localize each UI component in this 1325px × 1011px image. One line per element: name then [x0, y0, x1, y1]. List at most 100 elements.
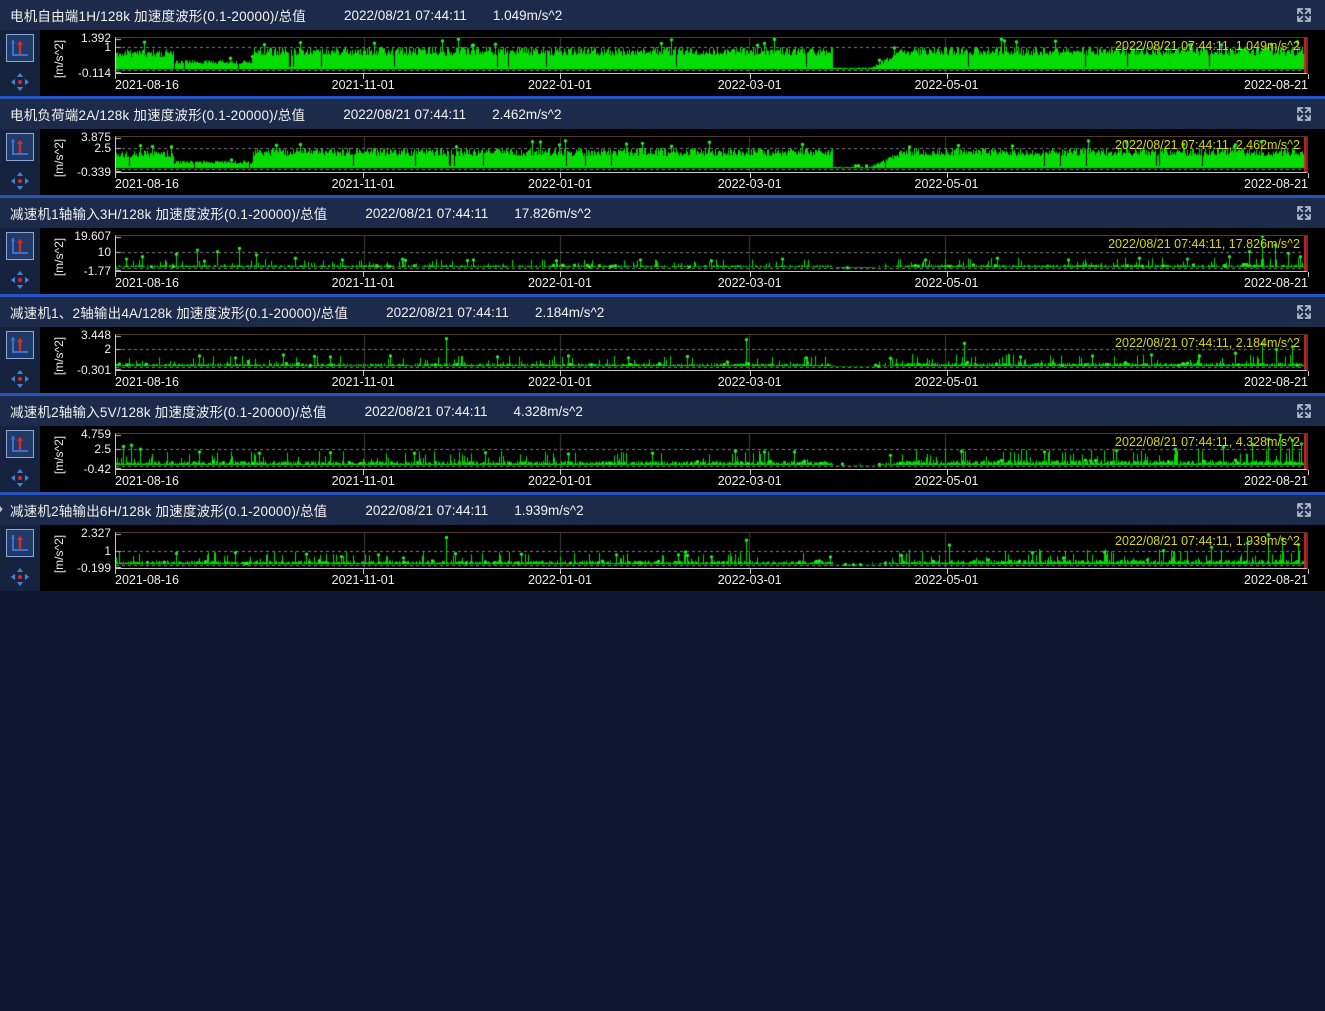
pan-move-icon[interactable] [6, 464, 34, 492]
channel-title: 减速机2轴输出6H/128k 加速度波形(0.1-20000)/总值 [10, 500, 327, 520]
y-max-label: 3.448 [51, 328, 111, 342]
expand-arrows-icon[interactable] [1293, 400, 1315, 422]
x-tick-label: 2021-11-01 [332, 375, 395, 389]
panel-header: 电机负荷端2A/128k 加速度波形(0.1-20000)/总值 2022/08… [0, 99, 1325, 129]
x-tick-label: 2022-05-01 [915, 276, 979, 290]
x-tick-label: 2021-08-16 [115, 375, 179, 389]
waveform-monitor-app: › 电机自由端1H/128k 加速度波形(0.1-20000)/总值 2022/… [0, 0, 1325, 1011]
plot-region[interactable]: 3.875 2.5 -0.339 2022/08/21 07:44:11, 2.… [115, 136, 1308, 173]
x-tick-label: 2022-01-01 [528, 573, 592, 587]
y-max-label: 4.759 [51, 427, 111, 441]
chart-toolbar [0, 426, 40, 492]
chart-area[interactable]: [m/s^2] 4.759 2.5 -0.42 2022/08/21 07:44… [40, 426, 1325, 492]
x-tick-label: 2022-08-21 [1244, 177, 1308, 191]
reading-value: 1.939m/s^2 [514, 503, 583, 518]
y-mid-label: 1 [51, 544, 111, 558]
y-min-label: -0.114 [51, 66, 111, 80]
autoscale-tool-button[interactable] [6, 232, 34, 260]
chart-panel: 减速机2轴输出6H/128k 加速度波形(0.1-20000)/总值 2022/… [0, 495, 1325, 591]
pan-move-icon[interactable] [6, 68, 34, 96]
x-tick-label: 2022-03-01 [718, 573, 782, 587]
expand-arrows-icon[interactable] [1293, 202, 1315, 224]
x-tick-label: 2022-03-01 [718, 177, 782, 191]
x-tick-label: 2022-01-01 [528, 78, 592, 92]
plot-region[interactable]: 1.392 1 -0.114 2022/08/21 07:44:11, 1.04… [115, 37, 1308, 74]
y-max-label: 19.607 [51, 229, 111, 243]
chart-area[interactable]: [m/s^2] 1.392 1 -0.114 2022/08/21 07:44:… [40, 30, 1325, 96]
chevron-right-icon[interactable]: › [0, 498, 3, 518]
reading-value: 2.462m/s^2 [492, 107, 561, 122]
reading-timestamp: 2022/08/21 07:44:11 [343, 107, 466, 122]
autoscale-tool-button[interactable] [6, 133, 34, 161]
x-axis-tick [1308, 569, 1309, 574]
chart-body: [m/s^2] 19.607 10 -1.77 2022/08/21 07:44… [0, 228, 1325, 294]
chart-body: [m/s^2] 3.448 2 -0.301 2022/08/21 07:44:… [0, 327, 1325, 393]
chart-panel: 减速机1轴输入3H/128k 加速度波形(0.1-20000)/总值 2022/… [0, 198, 1325, 297]
x-axis-tick [1308, 173, 1309, 178]
cursor-annotation: 2022/08/21 07:44:11, 1.049m/s^2 [1115, 39, 1300, 53]
cursor-annotation: 2022/08/21 07:44:11, 2.184m/s^2 [1115, 336, 1300, 350]
x-tick-label: 2021-08-16 [115, 474, 179, 488]
plot-region[interactable]: 19.607 10 -1.77 2022/08/21 07:44:11, 17.… [115, 235, 1308, 272]
autoscale-tool-button[interactable] [6, 331, 34, 359]
autoscale-tool-button[interactable] [6, 34, 34, 62]
x-axis-labels: 2021-08-162021-11-012022-01-012022-03-01… [115, 173, 1308, 195]
y-mid-label: 10 [51, 245, 111, 259]
expand-arrows-icon[interactable] [1293, 4, 1315, 26]
panel-header: 减速机1、2轴输出4A/128k 加速度波形(0.1-20000)/总值 202… [0, 297, 1325, 327]
chart-toolbar [0, 129, 40, 195]
x-tick-label: 2022-05-01 [915, 78, 979, 92]
cursor-annotation: 2022/08/21 07:44:11, 2.462m/s^2 [1115, 138, 1300, 152]
reading-value: 1.049m/s^2 [493, 8, 562, 23]
chart-area[interactable]: [m/s^2] 2.327 1 -0.199 2022/08/21 07:44:… [40, 525, 1325, 591]
chart-toolbar [0, 327, 40, 393]
x-axis-tick [1308, 470, 1309, 475]
plot-region[interactable]: 4.759 2.5 -0.42 2022/08/21 07:44:11, 4.3… [115, 433, 1308, 470]
cursor-annotation: 2022/08/21 07:44:11, 1.939m/s^2 [1115, 534, 1300, 548]
x-axis-tick [1308, 74, 1309, 79]
plot-region[interactable]: 2.327 1 -0.199 2022/08/21 07:44:11, 1.93… [115, 532, 1308, 569]
chart-panel: 电机自由端1H/128k 加速度波形(0.1-20000)/总值 2022/08… [0, 0, 1325, 99]
pan-move-icon[interactable] [6, 365, 34, 393]
x-axis-labels: 2021-08-162021-11-012022-01-012022-03-01… [115, 569, 1308, 591]
x-tick-label: 2021-08-16 [115, 78, 179, 92]
cursor-annotation: 2022/08/21 07:44:11, 17.826m/s^2 [1108, 237, 1300, 251]
x-axis-tick [1308, 272, 1309, 277]
expand-arrows-icon[interactable] [1293, 499, 1315, 521]
x-tick-label: 2021-08-16 [115, 276, 179, 290]
expand-arrows-icon[interactable] [1293, 301, 1315, 323]
pan-move-icon[interactable] [6, 266, 34, 294]
x-tick-label: 2022-08-21 [1244, 276, 1308, 290]
x-tick-label: 2021-08-16 [115, 573, 179, 587]
x-tick-label: 2022-01-01 [528, 276, 592, 290]
chart-panel: 减速机2轴输入5V/128k 加速度波形(0.1-20000)/总值 2022/… [0, 396, 1325, 495]
panel-header: 减速机1轴输入3H/128k 加速度波形(0.1-20000)/总值 2022/… [0, 198, 1325, 228]
chart-panel: 电机负荷端2A/128k 加速度波形(0.1-20000)/总值 2022/08… [0, 99, 1325, 198]
chart-toolbar [0, 228, 40, 294]
pan-move-icon[interactable] [6, 167, 34, 195]
x-tick-label: 2021-11-01 [332, 474, 395, 488]
plot-region[interactable]: 3.448 2 -0.301 2022/08/21 07:44:11, 2.18… [115, 334, 1308, 371]
expand-arrows-icon[interactable] [1293, 103, 1315, 125]
channel-title: 电机负荷端2A/128k 加速度波形(0.1-20000)/总值 [10, 104, 305, 124]
cursor-annotation: 2022/08/21 07:44:11, 4.328m/s^2 [1115, 435, 1300, 449]
chart-area[interactable]: [m/s^2] 3.448 2 -0.301 2022/08/21 07:44:… [40, 327, 1325, 393]
chart-body: [m/s^2] 1.392 1 -0.114 2022/08/21 07:44:… [0, 30, 1325, 96]
panel-stack: 电机自由端1H/128k 加速度波形(0.1-20000)/总值 2022/08… [0, 0, 1325, 591]
panel-header: 电机自由端1H/128k 加速度波形(0.1-20000)/总值 2022/08… [0, 0, 1325, 30]
autoscale-tool-button[interactable] [6, 529, 34, 557]
x-tick-label: 2022-03-01 [718, 474, 782, 488]
x-tick-label: 2022-05-01 [915, 573, 979, 587]
reading-timestamp: 2022/08/21 07:44:11 [365, 503, 488, 518]
chart-area[interactable]: [m/s^2] 19.607 10 -1.77 2022/08/21 07:44… [40, 228, 1325, 294]
chart-toolbar [0, 525, 40, 591]
channel-title: 减速机2轴输入5V/128k 加速度波形(0.1-20000)/总值 [10, 401, 327, 421]
reading-value: 4.328m/s^2 [514, 404, 583, 419]
reading-timestamp: 2022/08/21 07:44:11 [365, 206, 488, 221]
chart-area[interactable]: [m/s^2] 3.875 2.5 -0.339 2022/08/21 07:4… [40, 129, 1325, 195]
reading-timestamp: 2022/08/21 07:44:11 [344, 8, 467, 23]
x-tick-label: 2021-11-01 [332, 78, 395, 92]
autoscale-tool-button[interactable] [6, 430, 34, 458]
pan-move-icon[interactable] [6, 563, 34, 591]
chart-body: [m/s^2] 4.759 2.5 -0.42 2022/08/21 07:44… [0, 426, 1325, 492]
